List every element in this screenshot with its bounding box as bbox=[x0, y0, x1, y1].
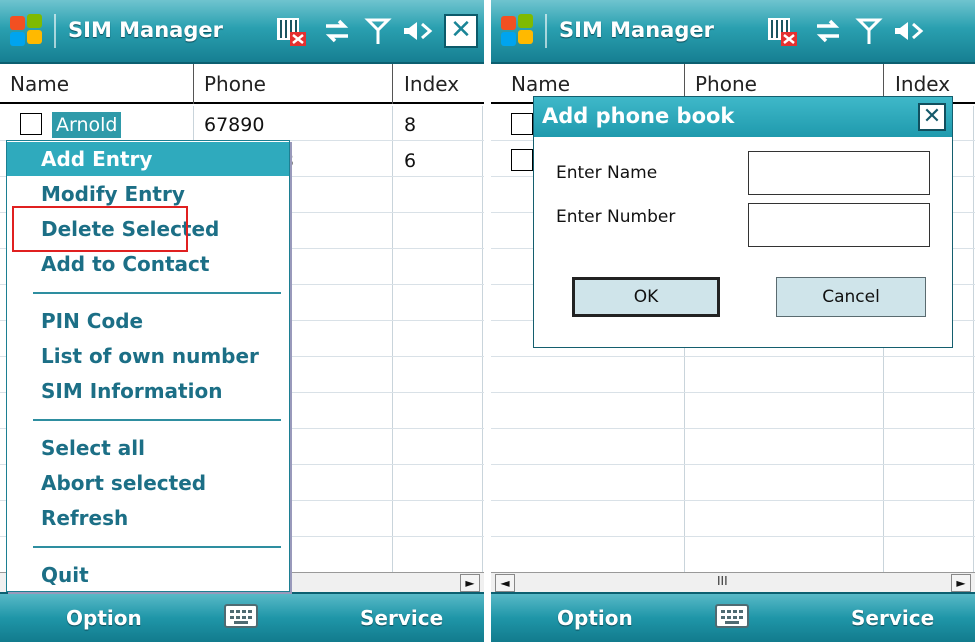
menu-item-pin-code[interactable]: PIN Code bbox=[7, 304, 289, 338]
softkey-service[interactable]: Service bbox=[851, 606, 934, 630]
sync-arrows-icon bbox=[816, 19, 840, 43]
scroll-left-icon[interactable]: ◄ bbox=[495, 574, 515, 592]
menu-item-select-all[interactable]: Select all bbox=[7, 431, 289, 465]
menu-divider bbox=[33, 419, 281, 421]
windows-logo-icon[interactable] bbox=[10, 14, 46, 48]
dialog-title: Add phone book bbox=[542, 104, 735, 128]
close-icon: ✕ bbox=[450, 15, 472, 45]
enter-name-label: Enter Name bbox=[556, 163, 658, 183]
close-button[interactable]: ✕ bbox=[444, 14, 478, 48]
menu-item-sim-information[interactable]: SIM Information bbox=[7, 374, 289, 408]
title-divider bbox=[54, 14, 56, 48]
title-divider bbox=[545, 14, 547, 48]
signal-antenna-icon bbox=[855, 18, 883, 44]
row-checkbox[interactable] bbox=[511, 113, 533, 135]
softkey-option[interactable]: Option bbox=[66, 606, 142, 630]
column-header-index[interactable]: Index bbox=[394, 64, 482, 104]
menu-item-own-number[interactable]: List of own number bbox=[7, 339, 289, 373]
windows-logo-icon[interactable] bbox=[501, 14, 537, 48]
table-cell-phone: 67890 bbox=[204, 114, 265, 136]
menu-item-add-to-contact[interactable]: Add to Contact bbox=[7, 247, 289, 281]
scroll-right-icon[interactable]: ► bbox=[951, 574, 971, 592]
menu-item-quit[interactable]: Quit bbox=[7, 558, 289, 592]
app-title: SIM Manager bbox=[559, 18, 714, 42]
table-row-name-selected[interactable]: Arnold bbox=[52, 112, 122, 138]
menu-item-add-entry[interactable]: Add Entry bbox=[7, 142, 289, 176]
add-phone-book-dialog: Add phone book ✕ Enter Name Enter Number… bbox=[533, 96, 953, 348]
row-checkbox[interactable] bbox=[511, 149, 533, 171]
ok-button[interactable]: OK bbox=[572, 277, 720, 317]
softkey-service[interactable]: Service bbox=[360, 606, 443, 630]
table-cell-index: 8 bbox=[404, 114, 417, 136]
signal-antenna-icon bbox=[364, 18, 392, 44]
scroll-right-icon[interactable]: ► bbox=[460, 574, 480, 592]
sim-error-icon bbox=[277, 18, 306, 46]
sync-arrows-icon bbox=[325, 19, 349, 43]
name-input[interactable] bbox=[748, 151, 930, 195]
row-checkbox[interactable] bbox=[20, 113, 42, 135]
menu-item-abort-selected[interactable]: Abort selected bbox=[7, 466, 289, 500]
sim-error-icon bbox=[768, 18, 797, 46]
title-bar: SIM Manager ✕ bbox=[0, 0, 484, 64]
app-title: SIM Manager bbox=[68, 18, 223, 42]
highlight-annotation bbox=[12, 206, 188, 252]
title-bar: SIM Manager bbox=[491, 0, 975, 64]
dialog-title-bar: Add phone book ✕ bbox=[534, 97, 952, 137]
menu-item-refresh[interactable]: Refresh bbox=[7, 501, 289, 535]
grid-header: Name Phone Index bbox=[0, 64, 484, 104]
horizontal-scrollbar[interactable]: ◄ III ► bbox=[491, 572, 975, 592]
keyboard-icon[interactable] bbox=[224, 604, 258, 628]
speaker-muted-icon bbox=[404, 22, 433, 40]
speaker-muted-icon bbox=[895, 22, 924, 40]
keyboard-icon[interactable] bbox=[715, 604, 749, 628]
enter-number-label: Enter Number bbox=[556, 207, 676, 227]
scroll-thumb[interactable]: III bbox=[717, 574, 728, 588]
softkey-option[interactable]: Option bbox=[557, 606, 633, 630]
column-header-name[interactable]: Name bbox=[0, 64, 192, 104]
number-input[interactable] bbox=[748, 203, 930, 247]
column-header-phone[interactable]: Phone bbox=[194, 64, 390, 104]
dialog-close-button[interactable]: ✕ bbox=[918, 103, 946, 131]
softkey-bar: Option Service bbox=[491, 592, 975, 642]
left-screen: SIM Manager ✕ Name Phone Index Arnold 67… bbox=[0, 0, 484, 642]
close-icon: ✕ bbox=[922, 104, 942, 129]
right-screen: SIM Manager Name Phone Index ◄ III ► Opt… bbox=[491, 0, 975, 642]
table-cell-index: 6 bbox=[404, 150, 417, 172]
menu-divider bbox=[33, 292, 281, 294]
softkey-bar: Option Service bbox=[0, 592, 484, 642]
menu-divider bbox=[33, 546, 281, 548]
cancel-button[interactable]: Cancel bbox=[776, 277, 926, 317]
